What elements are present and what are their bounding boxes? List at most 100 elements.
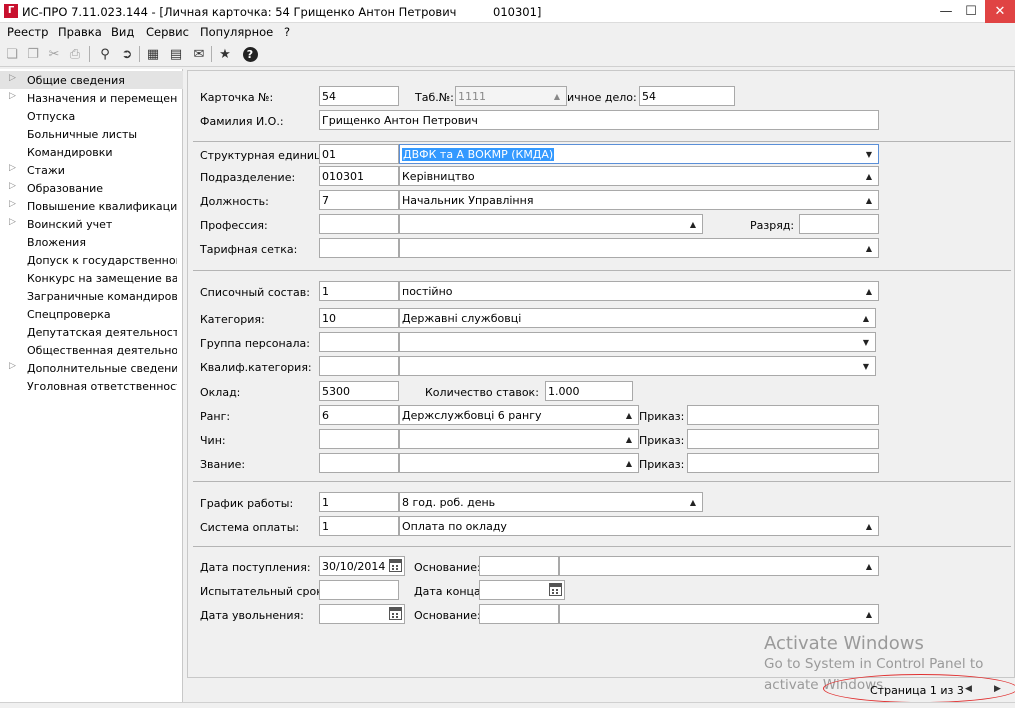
- expand-arrow-icon[interactable]: ▷: [9, 73, 17, 83]
- star-icon[interactable]: ★: [216, 45, 234, 63]
- find-next-icon[interactable]: ➲: [118, 45, 136, 63]
- grade-field[interactable]: [799, 214, 879, 234]
- category-name-select[interactable]: Державні службовці ▲: [399, 308, 876, 328]
- rank-code-field[interactable]: 6: [319, 405, 399, 425]
- copy-icon[interactable]: ❏: [3, 45, 21, 63]
- mail-icon[interactable]: ✉: [190, 45, 208, 63]
- chin-name-select[interactable]: ▲: [399, 429, 639, 449]
- unit-name-select[interactable]: ДВФК та А ВОКМР (КМДА) ▼: [399, 144, 879, 164]
- menu-edit[interactable]: Правка: [56, 25, 104, 39]
- menu-registry[interactable]: Реестр: [5, 25, 50, 39]
- close-icon[interactable]: ✕: [985, 0, 1015, 23]
- sidebar-item[interactable]: Конкурс на замещение вак...: [0, 269, 183, 287]
- rank-name-select[interactable]: Держслужбовці 6 рангу ▲: [399, 405, 639, 425]
- expand-arrow-icon[interactable]: ▷: [9, 199, 17, 209]
- menu-popular[interactable]: Популярное: [198, 25, 275, 39]
- sidebar-item[interactable]: ▷ Дополнительные сведени...: [0, 359, 183, 377]
- fire-basis-name-select[interactable]: ▲: [559, 604, 879, 624]
- salary-field[interactable]: 5300: [319, 381, 399, 401]
- list-staff-name-select[interactable]: постійно ▲: [399, 281, 879, 301]
- cut-icon[interactable]: ✂: [45, 45, 63, 63]
- menu-view[interactable]: Вид: [109, 25, 136, 39]
- end-date-field[interactable]: [479, 580, 565, 600]
- sidebar-item[interactable]: ▷ Общие сведения: [0, 71, 183, 89]
- title-rank-order-field[interactable]: [687, 453, 879, 473]
- hire-date-field[interactable]: 30/10/2014: [319, 556, 405, 576]
- dept-name-select[interactable]: Керівництво ▲: [399, 166, 879, 186]
- fire-date-field[interactable]: [319, 604, 405, 624]
- document-icon[interactable]: ▤: [167, 45, 185, 63]
- hire-basis-code-field[interactable]: [479, 556, 559, 576]
- sidebar-item[interactable]: Допуск к государственной...: [0, 251, 183, 269]
- chevron-up-icon: ▲: [625, 459, 632, 468]
- chevron-up-icon: ▲: [862, 314, 869, 323]
- chin-order-field[interactable]: [687, 429, 879, 449]
- sidebar-item[interactable]: Уголовная ответственность: [0, 377, 183, 395]
- profession-name-select[interactable]: ▲: [399, 214, 703, 234]
- rates-field[interactable]: 1.000: [545, 381, 633, 401]
- search-icon[interactable]: ⚲: [96, 45, 114, 63]
- personal-file-field[interactable]: 54: [639, 86, 735, 106]
- help-icon[interactable]: ?: [241, 45, 259, 63]
- trial-field[interactable]: [319, 580, 399, 600]
- card-number-field[interactable]: 54: [319, 86, 399, 106]
- minimize-icon[interactable]: —: [932, 0, 960, 23]
- hire-basis-name-select[interactable]: ▲: [559, 556, 879, 576]
- profession-code-field[interactable]: [319, 214, 399, 234]
- calendar-icon[interactable]: [549, 583, 562, 596]
- grade-label: Разряд:: [750, 219, 795, 232]
- expand-arrow-icon[interactable]: ▷: [9, 163, 17, 173]
- pay-system-name-select[interactable]: Оплата по окладу ▲: [399, 516, 879, 536]
- sidebar-item[interactable]: Вложения: [0, 233, 183, 251]
- schedule-code-field[interactable]: 1: [319, 492, 399, 512]
- rank-order-field[interactable]: [687, 405, 879, 425]
- sidebar-item[interactable]: Командировки: [0, 143, 183, 161]
- sidebar-item[interactable]: ▷ Назначения и перемещения: [0, 89, 183, 107]
- title-rank-code-field[interactable]: [319, 453, 399, 473]
- sidebar-item[interactable]: ▷ Стажи: [0, 161, 183, 179]
- category-code-field[interactable]: 10: [319, 308, 399, 328]
- chin-code-field[interactable]: [319, 429, 399, 449]
- menu-service[interactable]: Сервис: [144, 25, 191, 39]
- sidebar-item[interactable]: Больничные листы: [0, 125, 183, 143]
- unit-code-field[interactable]: 01: [319, 144, 399, 164]
- expand-arrow-icon[interactable]: ▷: [9, 181, 17, 191]
- fio-field[interactable]: Грищенко Антон Петрович: [319, 110, 879, 130]
- print-icon[interactable]: ⎙: [66, 45, 84, 63]
- sidebar-item[interactable]: ▷ Повышение квалификации: [0, 197, 183, 215]
- menu-help[interactable]: ?: [282, 25, 292, 39]
- sidebar-item[interactable]: ▷ Воинский учет: [0, 215, 183, 233]
- list-staff-code-field[interactable]: 1: [319, 281, 399, 301]
- paste-icon[interactable]: ❐: [24, 45, 42, 63]
- qual-category-name-select[interactable]: ▼: [399, 356, 876, 376]
- schedule-name-select[interactable]: 8 год. роб. день ▲: [399, 492, 703, 512]
- dept-code-field[interactable]: 010301: [319, 166, 399, 186]
- calendar-icon[interactable]: [389, 559, 402, 572]
- expand-arrow-icon[interactable]: ▷: [9, 217, 17, 227]
- sidebar-item[interactable]: Общественная деятельно...: [0, 341, 183, 359]
- position-name-select[interactable]: Начальник Управління ▲: [399, 190, 879, 210]
- fire-basis-code-field[interactable]: [479, 604, 559, 624]
- sidebar-item-label: Командировки: [27, 146, 113, 159]
- sidebar-item[interactable]: Депутатская деятельность: [0, 323, 183, 341]
- position-code-field[interactable]: 7: [319, 190, 399, 210]
- staff-group-name-select[interactable]: ▼: [399, 332, 876, 352]
- title-rank-name-select[interactable]: ▲: [399, 453, 639, 473]
- maximize-icon[interactable]: ☐: [957, 0, 985, 23]
- calendar-icon[interactable]: [389, 607, 402, 620]
- expand-arrow-icon[interactable]: ▷: [9, 91, 17, 101]
- pay-system-code-field[interactable]: 1: [319, 516, 399, 536]
- qual-category-code-field[interactable]: [319, 356, 399, 376]
- sidebar-item[interactable]: Отпуска: [0, 107, 183, 125]
- sidebar-item-label: Воинский учет: [27, 218, 113, 231]
- sidebar-item[interactable]: Заграничные командировки: [0, 287, 183, 305]
- sidebar-item[interactable]: ▷ Образование: [0, 179, 183, 197]
- schedule-label: График работы:: [200, 497, 294, 510]
- section-divider: [193, 546, 1011, 547]
- expand-arrow-icon[interactable]: ▷: [9, 361, 17, 371]
- chart-icon[interactable]: ▦: [144, 45, 162, 63]
- staff-group-code-field[interactable]: [319, 332, 399, 352]
- sidebar-item[interactable]: Спецпроверка: [0, 305, 183, 323]
- tariff-code-field[interactable]: [319, 238, 399, 258]
- tariff-name-select[interactable]: ▲: [399, 238, 879, 258]
